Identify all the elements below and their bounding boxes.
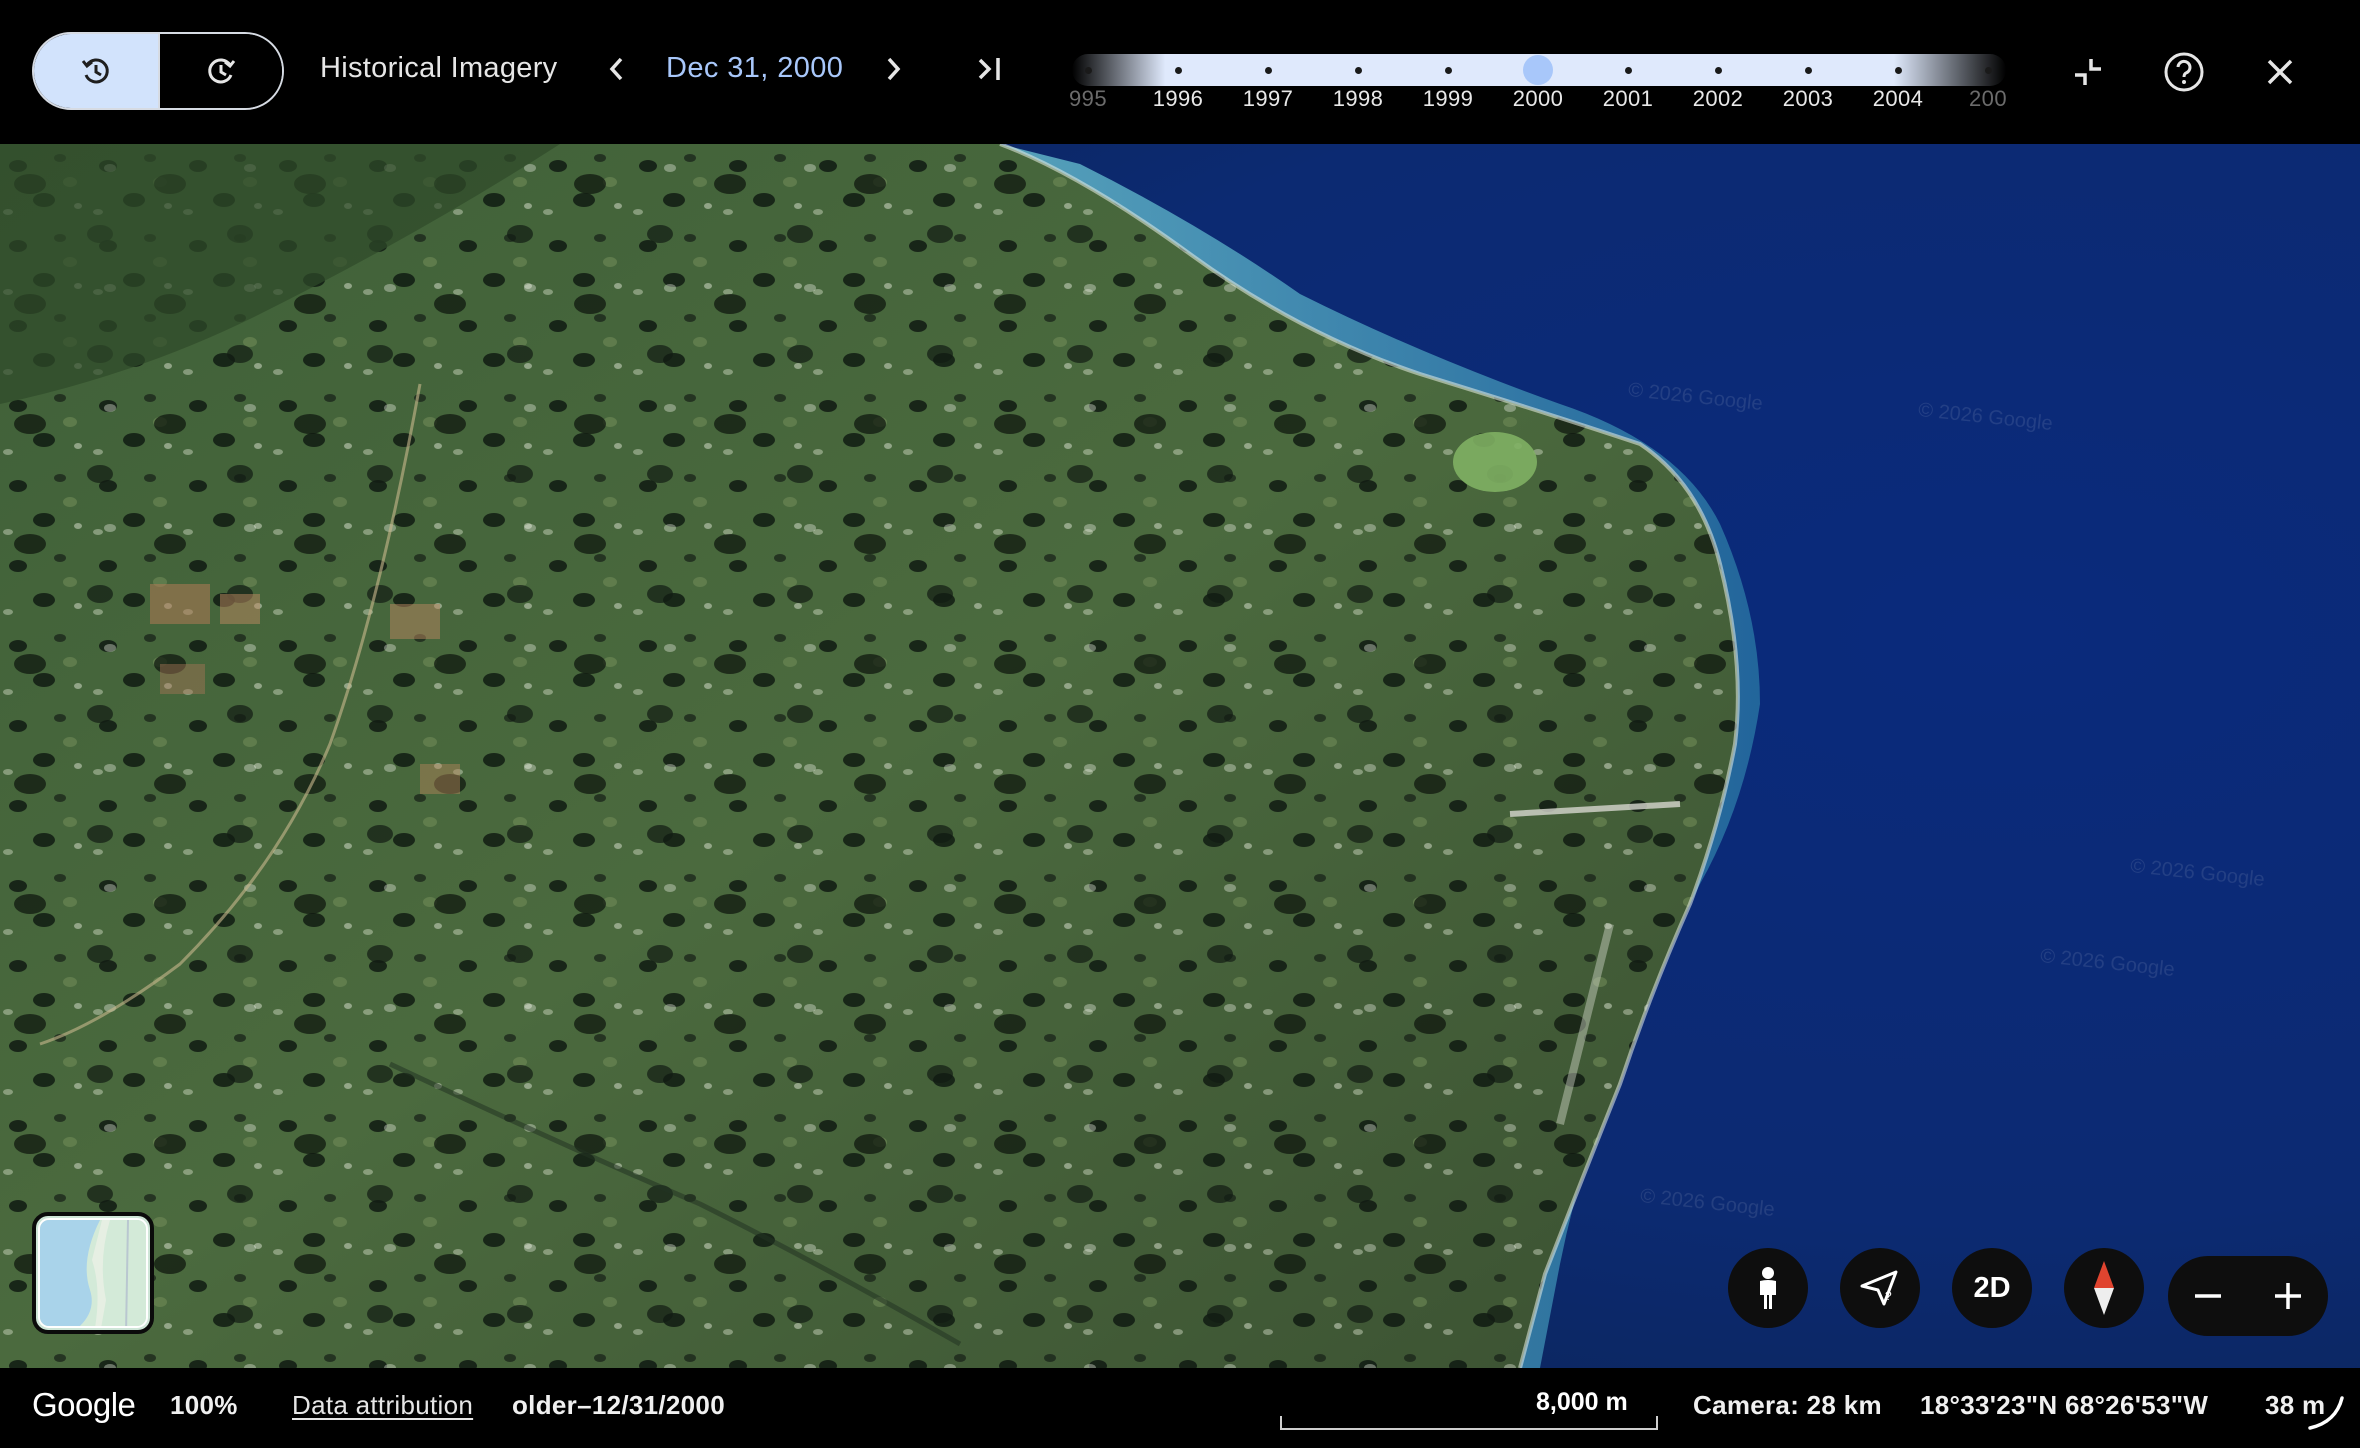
timeline-year-label[interactable]: 2002 bbox=[1693, 86, 1744, 112]
timeline-year-label[interactable]: 2004 bbox=[1873, 86, 1924, 112]
collapse-arrows-icon bbox=[2075, 59, 2101, 85]
plus-icon bbox=[2275, 1283, 2301, 1309]
scale-bar bbox=[1280, 1416, 1658, 1430]
latest-date-button[interactable] bbox=[964, 44, 1014, 94]
imagery-date-range: older–12/31/2000 bbox=[512, 1390, 725, 1420]
map-thumbnail-image bbox=[40, 1220, 146, 1326]
historical-imagery-toolbar: Historical Imagery Dec 31, 2000 995 1996 1… bbox=[0, 0, 2360, 144]
history-rewind-button[interactable] bbox=[34, 34, 158, 108]
minus-icon bbox=[2195, 1294, 2221, 1298]
satellite-imagery bbox=[0, 144, 2360, 1368]
previous-date-button[interactable] bbox=[592, 44, 642, 94]
my-location-button[interactable]: ? bbox=[1840, 1248, 1920, 1328]
svg-text:?: ? bbox=[1885, 1289, 1892, 1303]
zoom-level: 100% bbox=[170, 1390, 238, 1420]
year-timeline-slider[interactable] bbox=[1072, 54, 2006, 86]
google-logo: Google bbox=[32, 1386, 136, 1423]
map-type-thumbnail[interactable] bbox=[32, 1212, 154, 1334]
close-button[interactable] bbox=[2252, 44, 2308, 100]
zoom-controls bbox=[2168, 1256, 2328, 1336]
timeline-year-label[interactable]: 995 bbox=[1069, 86, 1107, 112]
history-rewind-icon bbox=[81, 58, 109, 84]
timeline-year-label[interactable]: 2000 bbox=[1513, 86, 1564, 112]
satellite-map-view[interactable]: © 2026 Google © 2026 Google © 2026 Googl… bbox=[0, 144, 2360, 1368]
street-view-button[interactable] bbox=[1728, 1248, 1808, 1328]
timeline-year-tick[interactable] bbox=[1355, 67, 1362, 74]
compass-icon bbox=[2094, 1261, 2114, 1315]
zoom-out-button[interactable] bbox=[2168, 1256, 2248, 1336]
timeline-year-tick[interactable] bbox=[1085, 67, 1092, 74]
scale-label: 8,000 m bbox=[1536, 1388, 1628, 1416]
next-date-button[interactable] bbox=[868, 44, 918, 94]
timeline-year-tick[interactable] bbox=[1715, 67, 1722, 74]
history-forward-icon bbox=[208, 58, 236, 84]
timeline-year-tick[interactable] bbox=[1895, 67, 1902, 74]
timeline-year-tick[interactable] bbox=[1175, 67, 1182, 74]
coordinates: 18°33'23"N 68°26'53"W bbox=[1920, 1390, 2209, 1420]
status-bar: Google 100% Data attribution older–12/31… bbox=[0, 1368, 2360, 1448]
timeline-year-label[interactable]: 1996 bbox=[1153, 86, 1204, 112]
help-circle-icon bbox=[2164, 52, 2204, 92]
timeline-year-label[interactable]: 1998 bbox=[1333, 86, 1384, 112]
location-question-icon: ? bbox=[1860, 1270, 1898, 1306]
timeline-year-tick[interactable] bbox=[1805, 67, 1812, 74]
timeline-year-label[interactable]: 1999 bbox=[1423, 86, 1474, 112]
close-icon bbox=[2267, 59, 2293, 85]
timeline-year-label[interactable]: 1997 bbox=[1243, 86, 1294, 112]
data-attribution-link[interactable]: Data attribution bbox=[292, 1390, 473, 1421]
timeline-year-tick[interactable] bbox=[1625, 67, 1632, 74]
loading-arc-icon bbox=[2308, 1396, 2344, 1430]
timeline-year-tick[interactable] bbox=[1985, 67, 1992, 74]
help-button[interactable] bbox=[2156, 44, 2212, 100]
skip-to-end-icon bbox=[978, 58, 1000, 80]
imagery-mode-toggle[interactable] bbox=[32, 32, 284, 110]
chevron-left-icon bbox=[609, 57, 623, 81]
page-title: Historical Imagery bbox=[320, 52, 558, 84]
camera-altitude: Camera: 28 km bbox=[1693, 1390, 1882, 1420]
compass-button[interactable] bbox=[2064, 1248, 2144, 1328]
chevron-right-icon bbox=[887, 57, 901, 81]
pegman-icon bbox=[1760, 1267, 1776, 1309]
history-forward-button[interactable] bbox=[158, 34, 282, 108]
timeline-year-label[interactable]: 2001 bbox=[1603, 86, 1654, 112]
timeline-year-label[interactable]: 2003 bbox=[1783, 86, 1834, 112]
collapse-button[interactable] bbox=[2060, 44, 2116, 100]
timeline-year-label[interactable]: 200 bbox=[1969, 86, 2007, 112]
selected-date[interactable]: Dec 31, 2000 bbox=[666, 52, 843, 85]
timeline-year-tick[interactable] bbox=[1445, 67, 1452, 74]
zoom-in-button[interactable] bbox=[2248, 1256, 2328, 1336]
toggle-2d-3d-button[interactable]: 2D bbox=[1952, 1248, 2032, 1328]
timeline-selected-year-marker[interactable] bbox=[1523, 55, 1553, 85]
timeline-year-tick[interactable] bbox=[1265, 67, 1272, 74]
